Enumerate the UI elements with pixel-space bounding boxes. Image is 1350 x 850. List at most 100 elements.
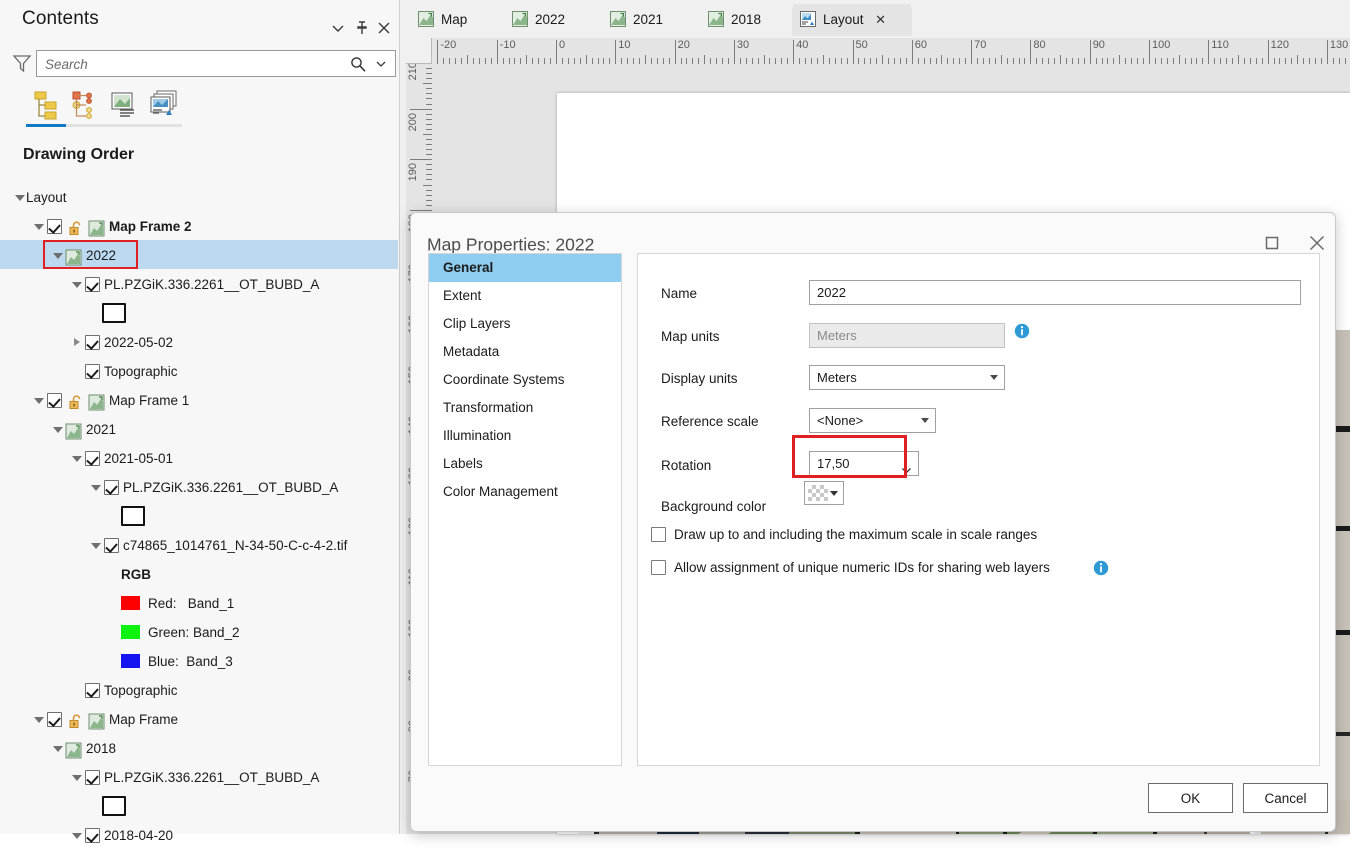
expand-arrow-icon[interactable] [109, 502, 121, 531]
expand-arrow-icon[interactable] [71, 328, 83, 357]
list-by-drawing-order-icon[interactable] [28, 88, 60, 120]
unique-ids-info-icon[interactable] [1093, 560, 1109, 576]
chevron-down-icon[interactable] [328, 18, 348, 38]
tree-item-symbol[interactable] [0, 791, 398, 820]
tree-item-map-frame-1[interactable]: Map Frame 1 [0, 385, 398, 414]
expand-arrow-icon[interactable] [109, 560, 121, 589]
expand-arrow-icon[interactable] [71, 676, 83, 705]
tree-item-symbol[interactable] [0, 501, 398, 530]
dialog-nav-list[interactable]: GeneralExtentClip LayersMetadataCoordina… [428, 253, 622, 766]
tab-2018[interactable]: 2018 [700, 4, 788, 36]
unlock-icon[interactable] [68, 711, 85, 728]
tree-item-rgb[interactable]: RGB [0, 559, 398, 588]
expand-arrow-icon[interactable] [109, 647, 121, 676]
dialog-nav-clip-layers[interactable]: Clip Layers [429, 310, 621, 338]
checkbox-unique-ids[interactable] [651, 560, 666, 575]
dialog-nav-labels[interactable]: Labels [429, 450, 621, 478]
layer-visibility-checkbox[interactable] [85, 277, 100, 292]
layer-visibility-checkbox[interactable] [85, 770, 100, 785]
list-by-data-source-icon[interactable] [68, 88, 100, 120]
tab-map[interactable]: Map [410, 4, 494, 36]
expand-arrow-icon[interactable] [14, 183, 26, 212]
search-options-chevron-icon[interactable] [374, 57, 388, 74]
map-units-info-icon[interactable] [1014, 323, 1030, 339]
expand-arrow-icon[interactable] [33, 705, 45, 734]
dialog-nav-illumination[interactable]: Illumination [429, 422, 621, 450]
checkbox-max-scale[interactable] [651, 527, 666, 542]
tree-item-blue-band-3[interactable]: Blue: Band_3 [0, 646, 398, 675]
expand-arrow-icon[interactable] [33, 386, 45, 415]
list-by-snapping-icon[interactable] [148, 88, 180, 120]
expand-arrow-icon[interactable] [90, 299, 102, 328]
tree-item-topographic[interactable]: Topographic [0, 356, 398, 385]
cancel-button[interactable]: Cancel [1243, 783, 1328, 813]
unlock-icon[interactable] [68, 218, 85, 235]
expand-arrow-icon[interactable] [71, 270, 83, 299]
tree-item-pl-pzgik-336-2261-ot-bubd-a[interactable]: PL.PZGiK.336.2261__OT_BUBD_A [0, 269, 398, 298]
dialog-nav-general[interactable]: General [429, 254, 621, 282]
expand-arrow-icon[interactable] [90, 792, 102, 821]
tab-close-icon[interactable]: ✕ [874, 4, 888, 36]
filter-icon[interactable] [12, 53, 32, 73]
layer-visibility-checkbox[interactable] [47, 393, 62, 408]
expand-arrow-icon[interactable] [109, 618, 121, 647]
unlock-icon[interactable] [68, 392, 85, 409]
name-input[interactable]: 2022 [809, 280, 1301, 305]
display-units-select[interactable]: Meters [809, 365, 1005, 390]
tree-item-green-band-2[interactable]: Green: Band_2 [0, 617, 398, 646]
expand-arrow-icon[interactable] [90, 473, 102, 502]
tree-item-pl-pzgik-336-2261-ot-bubd-a[interactable]: PL.PZGiK.336.2261__OT_BUBD_A [0, 762, 398, 791]
expand-arrow-icon[interactable] [109, 589, 121, 618]
dialog-nav-color-management[interactable]: Color Management [429, 478, 621, 506]
tree-item-map-frame[interactable]: Map Frame [0, 704, 398, 733]
tree-item-2021-05-01[interactable]: 2021-05-01 [0, 443, 398, 472]
tab-2022[interactable]: 2022 [504, 4, 592, 36]
expand-arrow-icon[interactable] [71, 357, 83, 386]
dialog-nav-transformation[interactable]: Transformation [429, 394, 621, 422]
list-by-selection-icon[interactable] [108, 88, 140, 120]
tree-item-map-frame-2[interactable]: Map Frame 2 [0, 211, 398, 240]
layer-visibility-checkbox[interactable] [85, 683, 100, 698]
expand-arrow-icon[interactable] [52, 415, 64, 444]
pin-icon[interactable] [352, 18, 372, 38]
dialog-nav-coordinate-systems[interactable]: Coordinate Systems [429, 366, 621, 394]
layer-visibility-checkbox[interactable] [85, 451, 100, 466]
checkbox-row-max-scale[interactable]: Draw up to and including the maximum sca… [651, 526, 1037, 543]
expand-arrow-icon[interactable] [71, 763, 83, 792]
expand-arrow-icon[interactable] [90, 531, 102, 560]
tree-item-layout[interactable]: Layout [0, 182, 398, 211]
layer-visibility-checkbox[interactable] [85, 335, 100, 350]
tree-item-symbol[interactable] [0, 298, 398, 327]
tree-item-2021[interactable]: 2021 [0, 414, 398, 443]
ok-button[interactable]: OK [1148, 783, 1233, 813]
layer-visibility-checkbox[interactable] [104, 480, 119, 495]
layer-visibility-checkbox[interactable] [104, 538, 119, 553]
tab-2021[interactable]: 2021 [602, 4, 690, 36]
search-input[interactable] [43, 51, 347, 78]
layer-visibility-checkbox[interactable] [85, 828, 100, 843]
tree-item-pl-pzgik-336-2261-ot-bubd-a[interactable]: PL.PZGiK.336.2261__OT_BUBD_A [0, 472, 398, 501]
tree-item-2022[interactable]: 2022 [0, 240, 398, 269]
tree-item-2022-05-02[interactable]: 2022-05-02 [0, 327, 398, 356]
reference-scale-select[interactable]: <None> [809, 408, 936, 433]
tab-layout[interactable]: Layout✕ [792, 4, 912, 36]
layer-visibility-checkbox[interactable] [47, 219, 62, 234]
tree-item-c74865-1014761-n-34-50-c-c-4-2-tif[interactable]: c74865_1014761_N-34-50-C-c-4-2.tif [0, 530, 398, 559]
layer-visibility-checkbox[interactable] [85, 364, 100, 379]
dialog-nav-extent[interactable]: Extent [429, 282, 621, 310]
expand-arrow-icon[interactable] [33, 212, 45, 241]
dialog-nav-metadata[interactable]: Metadata [429, 338, 621, 366]
expand-arrow-icon[interactable] [52, 241, 64, 270]
close-icon[interactable] [374, 18, 394, 38]
tree-item-topographic[interactable]: Topographic [0, 675, 398, 704]
search-icon[interactable] [349, 55, 367, 73]
layer-visibility-checkbox[interactable] [47, 712, 62, 727]
tree-item-2018[interactable]: 2018 [0, 733, 398, 762]
expand-arrow-icon[interactable] [71, 444, 83, 473]
search-box[interactable] [36, 50, 396, 77]
contents-tree[interactable]: LayoutMap Frame 22022PL.PZGiK.336.2261__… [0, 182, 398, 849]
checkbox-row-unique-ids[interactable]: Allow assignment of unique numeric IDs f… [651, 559, 1050, 576]
tree-item-2018-04-20[interactable]: 2018-04-20 [0, 820, 398, 849]
background-color-swatch[interactable] [804, 481, 844, 505]
tree-item-red-band-1[interactable]: Red: Band_1 [0, 588, 398, 617]
